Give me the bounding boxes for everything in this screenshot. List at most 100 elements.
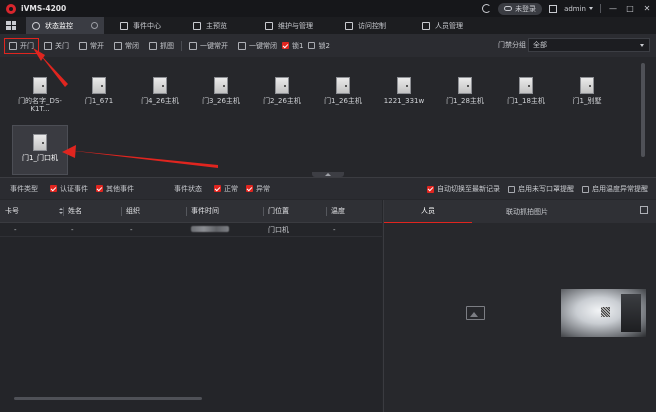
column-header-temperature[interactable]: 温度 [326,200,382,223]
column-label: 温度 [331,207,345,215]
close-door-button[interactable]: 关门 [39,39,74,53]
all-remain-open-label: 一键常开 [200,41,228,50]
remain-closed-icon [114,41,122,50]
event-filter-bar: 事件类型 认证事件 其他事件 事件状态 正常 异常 自动切换至最新记录 启用未写… [0,177,656,199]
access-control-icon [345,21,353,30]
user-menu[interactable]: admin [564,5,593,13]
door-name: 门1_671 [84,97,114,105]
all-remain-closed-button[interactable]: 一键常闭 [233,39,282,53]
door-name: 门1_28主机 [446,97,484,105]
column-header-card[interactable]: 卡号 [0,200,63,223]
tab-linked-capture[interactable]: 联动抓拍图片 [472,200,582,223]
door-name: 1221_331w [383,97,425,105]
door-item[interactable]: 门1_671 [71,63,127,113]
app-title: iVMS-4200 [21,4,67,13]
control-panel-grid-icon[interactable] [6,21,16,30]
temperature-alert-checkbox[interactable]: 启用温度异常提醒 [582,184,648,194]
remain-closed-button[interactable]: 常闭 [109,39,144,53]
tab-access-control[interactable]: 访问控制 [339,17,392,34]
sync-icon[interactable] [482,4,492,13]
checkbox-checked-icon [214,185,221,192]
door-item[interactable]: 门的名字_DS-K1T... [12,63,68,113]
cloud-icon [504,6,513,11]
redacted-time [191,225,229,232]
main-view-icon [193,21,201,30]
tab-label: 主预览 [206,21,227,30]
door-item[interactable]: 门2_26主机 [254,63,310,113]
capture-button[interactable]: 抓图 [144,39,179,53]
event-table-header: 卡号 姓名 组织 事件时间 门位置 温度 [0,200,382,223]
column-header-name[interactable]: 姓名 [63,200,121,223]
tab-status-monitor[interactable]: 状态监控 [26,17,104,34]
maintenance-icon [265,21,273,30]
door-item-selected[interactable]: 门1_门口机 [12,125,68,175]
tab-maintenance[interactable]: 维护与管理 [259,17,319,34]
lock2-checkbox[interactable]: 锁2 [308,41,330,51]
remain-open-label: 常开 [90,41,104,50]
door-name: 门1_18主机 [507,97,545,105]
lock2-label: 锁2 [318,41,330,50]
open-door-button[interactable]: 开门 [4,37,39,54]
table-row[interactable]: - - - 门口机 - [0,223,382,237]
capture-label: 抓图 [160,41,174,50]
close-button[interactable]: ✕ [642,4,652,13]
tab-label: 访问控制 [358,21,386,30]
tab-person-management[interactable]: 人员管理 [416,17,469,34]
door-item[interactable]: 门3_26主机 [193,63,249,113]
door-icon [397,77,411,94]
column-label: 卡号 [5,207,19,215]
all-remain-closed-label: 一键常闭 [249,41,277,50]
column-header-door-location[interactable]: 门位置 [263,200,326,223]
image-placeholder-icon [466,306,485,320]
tab-person[interactable]: 人员 [384,200,472,223]
door-open-icon [9,41,17,50]
all-remain-open-icon [189,41,197,50]
message-icon[interactable] [549,4,558,13]
door-item[interactable]: 门1_18主机 [498,63,554,113]
door-item[interactable]: 门4_26主机 [132,63,188,113]
remain-open-button[interactable]: 常开 [74,39,109,53]
event-type-label: 事件类型 [10,184,38,193]
mask-alert-checkbox[interactable]: 启用未写口罩提醒 [508,184,574,194]
auth-event-checkbox[interactable]: 认证事件 [50,184,88,194]
other-event-checkbox[interactable]: 其他事件 [96,184,134,194]
filter-options: 自动切换至最新记录 启用未写口罩提醒 启用温度异常提醒 [427,178,648,200]
cell-temperature: - [333,225,336,234]
tab-label: 状态监控 [45,21,73,30]
status-monitor-icon [32,21,40,30]
login-status-button[interactable]: 未登录 [498,2,543,15]
tab-main-view[interactable]: 主预览 [187,17,233,34]
minimize-button[interactable]: — [608,4,618,13]
door-item[interactable]: 1221_331w [376,63,432,113]
tab-event-center[interactable]: 事件中心 [114,17,167,34]
column-header-event-time[interactable]: 事件时间 [186,200,263,223]
auto-switch-checkbox[interactable]: 自动切换至最新记录 [427,184,500,194]
event-table-horizontal-scrollbar[interactable] [14,397,202,400]
lock1-checkbox[interactable]: 锁1 [282,41,303,51]
column-header-organization[interactable]: 组织 [121,200,186,223]
checkbox-unchecked-icon [582,185,589,193]
normal-status-checkbox[interactable]: 正常 [214,184,238,194]
normal-label: 正常 [224,184,238,193]
camera-icon [149,41,157,50]
door-icon [33,134,47,151]
capture-snapshot-image[interactable] [561,289,646,337]
all-remain-open-button[interactable]: 一键常开 [184,39,233,53]
temperature-alert-label: 启用温度异常提醒 [592,185,648,193]
auth-event-label: 认证事件 [60,184,88,193]
title-bar-controls: 未登录 admin — □ ✕ [482,0,652,17]
event-table: 卡号 姓名 组织 事件时间 门位置 温度 - - - 门口机 - [0,200,382,412]
expand-icon[interactable] [640,206,648,214]
abnormal-status-checkbox[interactable]: 异常 [246,184,270,194]
door-group-select[interactable]: 全部 [528,38,650,52]
login-status-label: 未登录 [515,4,537,13]
door-item[interactable]: 门1_26主机 [315,63,371,113]
door-item[interactable]: 门1_别墅 [559,63,615,113]
cell-door-location: 门口机 [268,225,289,234]
cell-organization: - [130,225,133,234]
maximize-button[interactable]: □ [625,4,635,13]
door-list-scrollbar[interactable] [641,63,645,157]
close-tab-icon[interactable] [91,22,98,29]
checkbox-checked-icon [427,185,434,193]
door-item[interactable]: 门1_28主机 [437,63,493,113]
